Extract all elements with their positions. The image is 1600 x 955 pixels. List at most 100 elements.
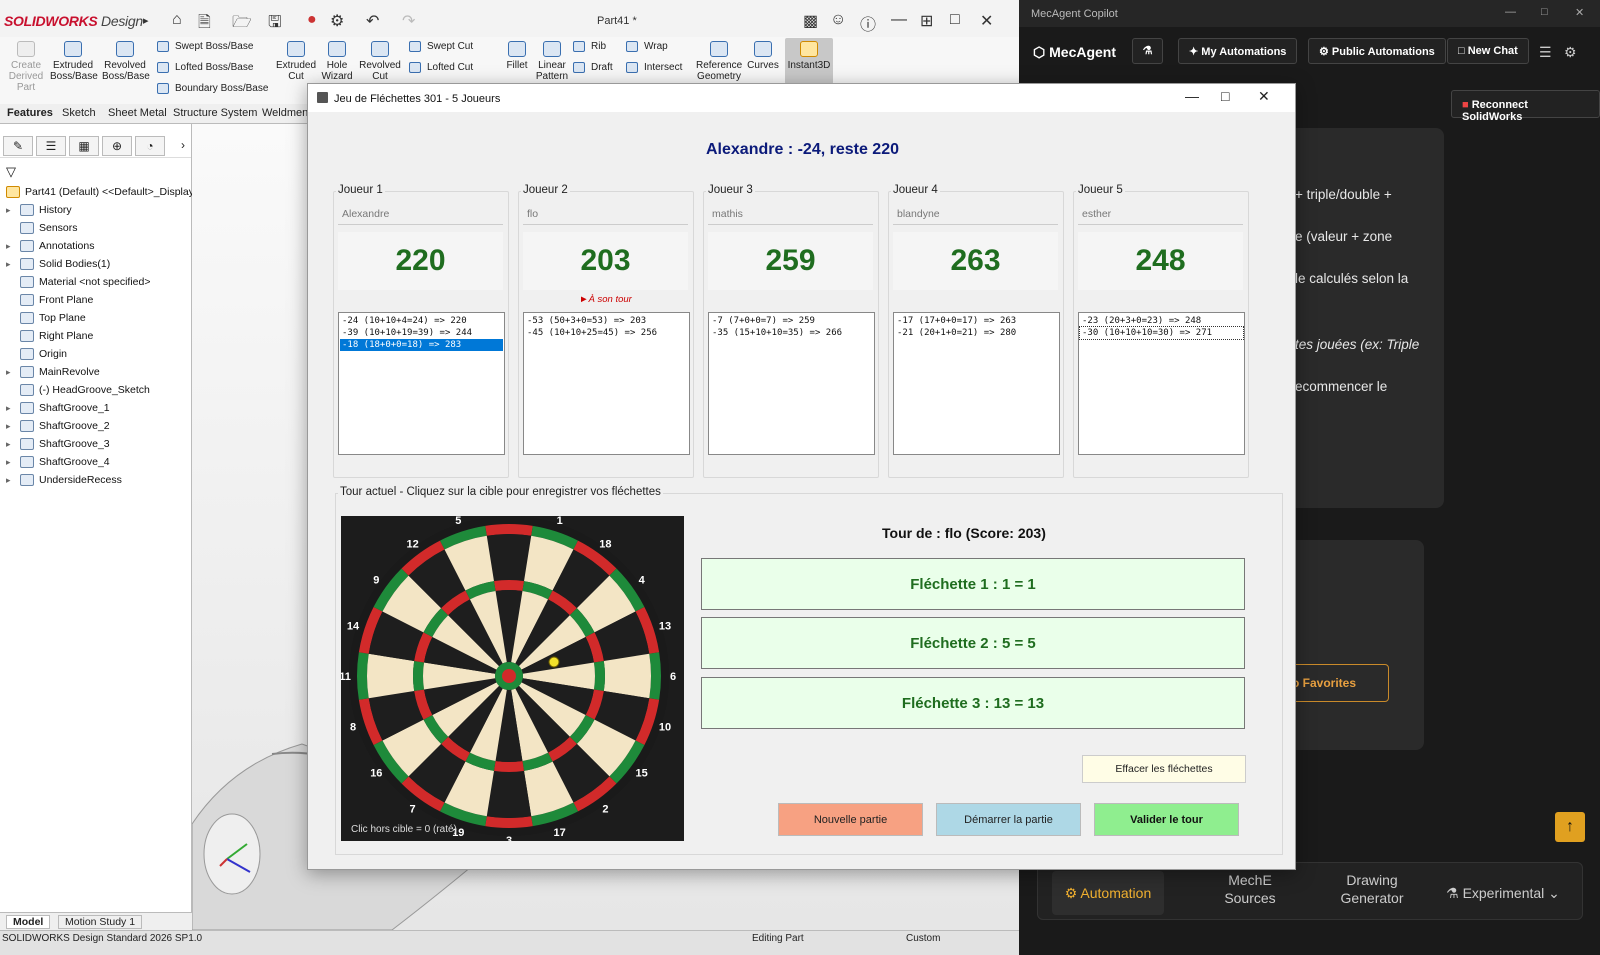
outer-single-segment[interactable] [486, 770, 532, 818]
tab-motion-study[interactable]: Motion Study 1 [58, 915, 143, 929]
tree-item[interactable]: ▸ Solid Bodies(1) [6, 258, 110, 271]
gear-icon[interactable]: ⚙ [1564, 44, 1577, 61]
tab-sketch[interactable]: Sketch [62, 107, 96, 119]
player-history-list[interactable]: -23 (20+3+0=23) => 248 -30 (10+10+10=30) … [1078, 312, 1245, 455]
traffic-light-icon[interactable]: ● [307, 11, 317, 29]
outer-single-segment[interactable] [603, 653, 651, 699]
user-icon[interactable]: ☺ [830, 11, 846, 29]
swept-cut-button[interactable]: Swept Cut [409, 41, 473, 52]
dimxpert-icon[interactable]: ⊕ [102, 136, 132, 156]
tree-item[interactable]: Front Plane [6, 294, 93, 307]
curves-button[interactable]: Curves [747, 41, 779, 71]
tree-root[interactable]: Part41 (Default) <<Default>_Display S [6, 186, 204, 199]
tree-item[interactable]: ▸ Annotations [6, 240, 94, 253]
intersect-button[interactable]: Intersect [626, 62, 682, 73]
tree-item[interactable]: Origin [6, 348, 67, 361]
public-automations-button[interactable]: ⚙ Public Automations [1308, 38, 1446, 64]
expand-icon[interactable]: ▸ [6, 421, 20, 432]
expand-icon[interactable]: ▸ [6, 205, 20, 216]
property-manager-icon[interactable]: ☰ [36, 136, 66, 156]
tree-item[interactable]: ▸ MainRevolve [6, 366, 100, 379]
history-entry[interactable]: -17 (17+0+0=17) => 263 [895, 315, 1058, 327]
player-history-list[interactable]: -17 (17+0+0=17) => 263 -21 (20+1+0=21) =>… [893, 312, 1060, 455]
revolved-boss-button[interactable]: Revolved Boss/Base [102, 41, 150, 82]
player-name-input[interactable]: esther [1078, 205, 1243, 225]
display-manager-icon[interactable]: ◔ [135, 136, 165, 156]
dartboard[interactable]: 2011841361015217319716811149125 Clic hor… [339, 507, 684, 847]
tab-features[interactable]: Features [7, 107, 53, 119]
reference-geometry-button[interactable]: Reference Geometry [696, 41, 742, 82]
wrap-button[interactable]: Wrap [626, 41, 668, 52]
my-automations-button[interactable]: ✦ My Automations [1178, 38, 1298, 64]
triple-segment[interactable] [413, 660, 425, 692]
feature-tree-icon[interactable]: ✎ [3, 136, 33, 156]
filter-icon[interactable]: ▽ [6, 164, 16, 180]
expand-icon[interactable]: ▸ [6, 475, 20, 486]
menu-icon[interactable]: ☰ [1539, 44, 1552, 61]
maximize-icon[interactable]: □ [1541, 6, 1548, 18]
lofted-cut-button[interactable]: Lofted Cut [409, 62, 473, 73]
new-chat-button[interactable]: □ New Chat [1447, 38, 1529, 64]
create-derived-part-button[interactable]: Create Derived Part [8, 41, 44, 93]
dartboard-graphic[interactable]: 2011841361015217319716811149125 [339, 507, 684, 847]
tree-item[interactable]: ▸ ShaftGroove_4 [6, 456, 110, 469]
tab-model[interactable]: Model [6, 915, 51, 929]
close-icon[interactable]: ✕ [980, 11, 993, 31]
double-segment[interactable] [357, 652, 369, 700]
expand-icon[interactable]: ▸ [6, 439, 20, 450]
help-icon[interactable]: ⓘ [860, 11, 876, 35]
maximize-icon[interactable]: □ [1221, 88, 1229, 104]
reconnect-solidworks-button[interactable]: ■ Reconnect SolidWorks [1451, 90, 1600, 123]
tree-item[interactable]: Top Plane [6, 312, 86, 325]
instant3d-button[interactable]: Instant3D [785, 38, 833, 84]
player-name-input[interactable]: blandyne [893, 205, 1058, 225]
configuration-manager-icon[interactable]: ▦ [69, 136, 99, 156]
nav-automation[interactable]: ⚙ Automation [1052, 871, 1164, 915]
save-icon[interactable]: 🖫 [268, 11, 282, 38]
tree-item[interactable]: ▸ ShaftGroove_2 [6, 420, 110, 433]
tab-weldment[interactable]: Weldment [262, 107, 311, 119]
command-search-icon[interactable]: ▩ [803, 11, 818, 31]
close-icon[interactable]: ✕ [1258, 88, 1270, 105]
options-gear-icon[interactable]: ⚙ [330, 11, 344, 31]
expand-icon[interactable]: ▸ [6, 457, 20, 468]
history-entry[interactable]: -45 (10+10+25=45) => 256 [525, 327, 688, 339]
player-history-list[interactable]: -53 (50+3+0=53) => 203 -45 (10+10+25=45) … [523, 312, 690, 455]
minimize-icon[interactable]: — [891, 11, 907, 29]
open-folder-icon[interactable]: 🗁 [232, 11, 252, 38]
new-file-icon[interactable]: 🗎 [198, 11, 211, 38]
chevron-right-icon[interactable]: ▸ [143, 14, 149, 27]
tree-item[interactable]: ▸ ShaftGroove_1 [6, 402, 110, 415]
expand-icon[interactable]: ▸ [6, 241, 20, 252]
tree-item[interactable]: ▸ UndersideRecess [6, 474, 122, 487]
player-name-input[interactable]: Alexandre [338, 205, 503, 225]
nav-experimental[interactable]: ⚗ Experimental ⌄ [1438, 871, 1568, 915]
revolved-cut-button[interactable]: Revolved Cut [359, 41, 401, 82]
expand-icon[interactable]: ▸ [6, 367, 20, 378]
history-entry[interactable]: -39 (10+10+19=39) => 244 [340, 327, 503, 339]
player-name-input[interactable]: mathis [708, 205, 873, 225]
nav-drawing-generator[interactable]: Drawing Generator [1330, 871, 1414, 915]
draft-button[interactable]: Draft [573, 62, 613, 73]
close-icon[interactable]: ✕ [1575, 6, 1584, 19]
tab-sheet-metal[interactable]: Sheet Metal [108, 107, 167, 119]
tree-item[interactable]: Right Plane [6, 330, 93, 343]
outer-single-segment[interactable] [486, 534, 532, 582]
extruded-cut-button[interactable]: Extruded Cut [276, 41, 316, 82]
clear-darts-button[interactable]: Effacer les fléchettes [1082, 755, 1246, 783]
tile-icon[interactable]: ⊞ [920, 11, 933, 31]
player-name-input[interactable]: flo [523, 205, 688, 225]
lofted-boss-button[interactable]: Lofted Boss/Base [157, 62, 253, 73]
new-game-button[interactable]: Nouvelle partie [778, 803, 923, 836]
boundary-boss-button[interactable]: Boundary Boss/Base [157, 83, 268, 94]
scroll-up-button[interactable]: ↑ [1555, 812, 1585, 842]
history-entry[interactable]: -7 (7+0+0=7) => 259 [710, 315, 873, 327]
expand-icon[interactable]: ▸ [6, 259, 20, 270]
swept-boss-button[interactable]: Swept Boss/Base [157, 41, 253, 52]
history-entry[interactable]: -30 (10+10+10=30) => 271 [1079, 326, 1244, 340]
sw-logo[interactable]: SOLIDWORKS Design [4, 13, 143, 29]
status-units[interactable]: Custom [906, 933, 940, 944]
nav-meche-sources[interactable]: MechE Sources [1210, 871, 1290, 915]
double-segment[interactable] [485, 524, 533, 536]
history-entry[interactable]: -53 (50+3+0=53) => 203 [525, 315, 688, 327]
